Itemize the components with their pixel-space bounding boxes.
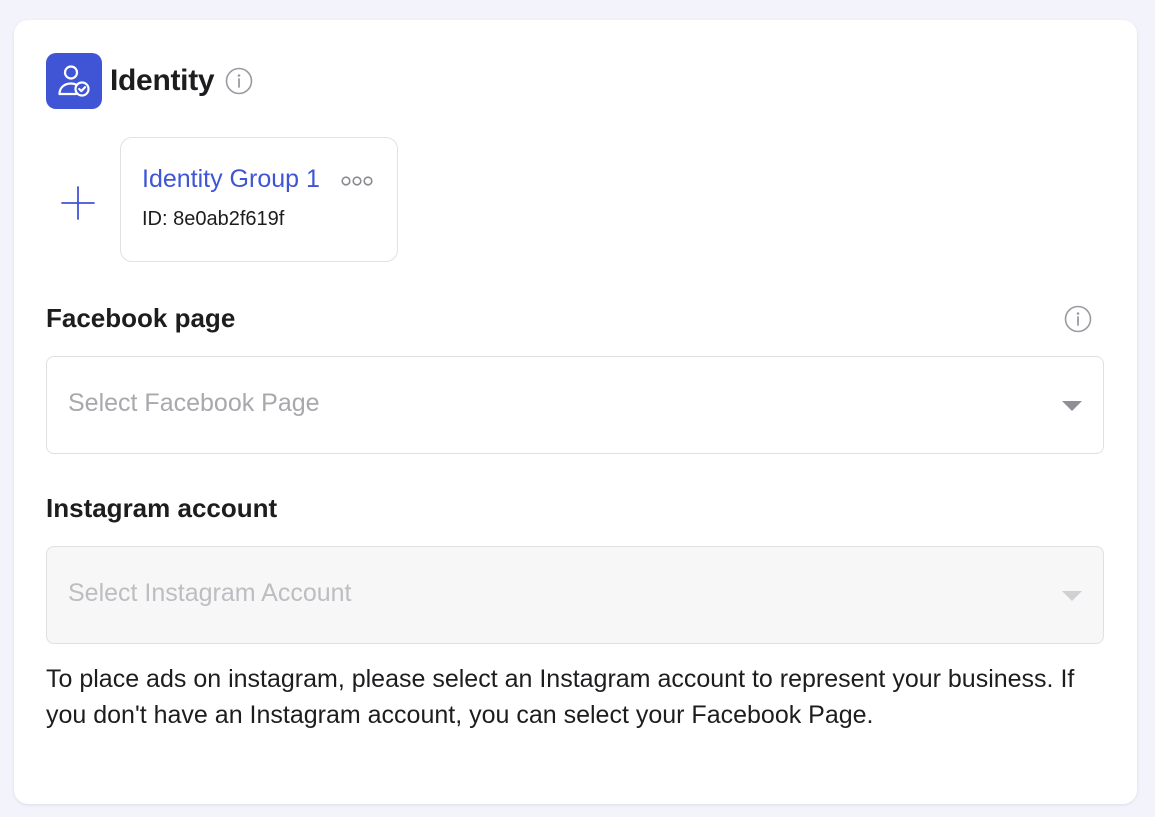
- identity-group-card[interactable]: Identity Group 1 ID: 8e0ab2f619f: [120, 137, 398, 262]
- more-dots-icon[interactable]: [341, 175, 373, 187]
- instagram-account-label: Instagram account: [46, 493, 278, 523]
- add-identity-group-button[interactable]: [58, 183, 98, 223]
- user-check-icon: [46, 53, 102, 109]
- facebook-page-placeholder: Select Facebook Page: [68, 389, 320, 417]
- identity-group-id: ID: 8e0ab2f619f: [142, 208, 285, 230]
- instagram-account-select: Select Instagram Account: [46, 546, 1104, 644]
- identity-card: Identity Identity Group 1 ID: 8e0ab2f619…: [14, 20, 1137, 804]
- plus-icon: [61, 186, 95, 220]
- identity-title: Identity: [110, 64, 215, 97]
- chevron-down-icon: [1062, 401, 1082, 411]
- instagram-help-text: To place ads on instagram, please select…: [46, 665, 1075, 729]
- facebook-page-select[interactable]: Select Facebook Page: [46, 356, 1104, 454]
- facebook-page-info-icon[interactable]: [1064, 305, 1092, 333]
- info-icon[interactable]: [225, 67, 253, 95]
- instagram-account-placeholder: Select Instagram Account: [68, 579, 352, 607]
- identity-group-name[interactable]: Identity Group 1: [142, 165, 320, 194]
- facebook-page-label: Facebook page: [46, 303, 236, 333]
- identity-header: Identity: [46, 53, 253, 109]
- chevron-down-icon: [1062, 591, 1082, 601]
